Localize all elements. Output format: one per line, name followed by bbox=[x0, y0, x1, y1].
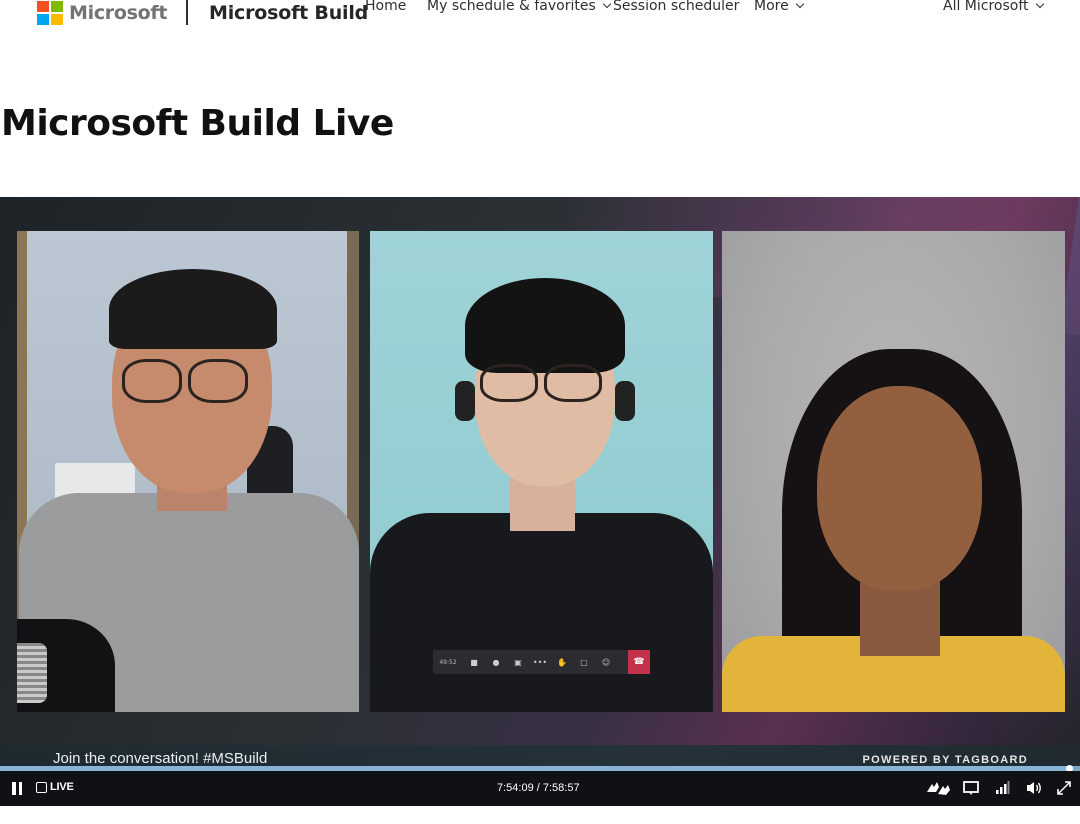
chevron-down-icon bbox=[602, 0, 612, 9]
raise-hand-icon: ✋ bbox=[557, 657, 567, 667]
participant-tile-1 bbox=[17, 231, 359, 712]
teams-call-toolbar: 49:52 ■ ● ▣ ••• ✋ ▢ ☺ ☎ bbox=[433, 650, 650, 674]
captions-icon[interactable] bbox=[961, 778, 981, 798]
participant-tile-3 bbox=[722, 231, 1065, 712]
sign-language-icon[interactable] bbox=[924, 778, 952, 798]
overlay-powered-by: POWERED BY TAGBOARD bbox=[862, 754, 1028, 766]
site-title-link[interactable]: Microsoft Build bbox=[209, 2, 368, 24]
participants-icon: ☺ bbox=[601, 657, 611, 667]
quality-icon[interactable] bbox=[993, 778, 1011, 798]
nav-my-schedule[interactable]: My schedule & favorites bbox=[427, 0, 612, 14]
player-controls: LIVE 7:54:09 / 7:58:57 bbox=[0, 771, 1080, 806]
microphone-grill bbox=[17, 643, 47, 703]
participant-tile-2: 49:52 ■ ● ▣ ••• ✋ ▢ ☺ ☎ bbox=[370, 231, 713, 712]
timecode: 7:54:09 / 7:58:57 bbox=[497, 782, 580, 794]
nav-home-label: Home bbox=[365, 0, 407, 14]
chat-icon: ▢ bbox=[580, 657, 588, 667]
hang-up-icon: ☎ bbox=[628, 650, 650, 674]
fullscreen-icon[interactable] bbox=[1056, 778, 1072, 798]
chevron-down-icon bbox=[1035, 0, 1044, 9]
video-player[interactable]: 49:52 ■ ● ▣ ••• ✋ ▢ ☺ ☎ Join the convers… bbox=[0, 197, 1080, 806]
header-divider bbox=[186, 0, 188, 25]
microsoft-logo-icon bbox=[37, 1, 63, 25]
pause-icon[interactable] bbox=[12, 782, 24, 795]
nav-more-label: More bbox=[754, 0, 789, 14]
volume-icon[interactable] bbox=[1025, 778, 1043, 798]
overlay-hashtag: Join the conversation! #MSBuild bbox=[53, 750, 268, 767]
nav-all-microsoft[interactable]: All Microsoft bbox=[943, 0, 1044, 14]
camera-icon: ■ bbox=[470, 657, 478, 667]
more-icon: ••• bbox=[532, 657, 548, 667]
nav-all-microsoft-label: All Microsoft bbox=[943, 0, 1029, 14]
share-icon: ▣ bbox=[514, 657, 522, 667]
call-timer: 49:52 bbox=[439, 658, 457, 666]
site-header: Microsoft Microsoft Build Home My schedu… bbox=[0, 0, 1080, 30]
live-button[interactable]: LIVE bbox=[36, 781, 74, 793]
live-label: LIVE bbox=[50, 781, 74, 793]
nav-more[interactable]: More bbox=[754, 0, 804, 14]
nav-my-schedule-label: My schedule & favorites bbox=[427, 0, 596, 14]
live-square-icon bbox=[36, 781, 47, 793]
nav-home[interactable]: Home bbox=[365, 0, 406, 14]
chevron-down-icon bbox=[795, 0, 804, 9]
microsoft-logo-link[interactable]: Microsoft bbox=[37, 1, 167, 25]
page-title: Microsoft Build Live bbox=[1, 103, 394, 144]
nav-session-scheduler-label: Session scheduler bbox=[613, 0, 740, 14]
mic-icon: ● bbox=[492, 657, 500, 667]
nav-session-scheduler[interactable]: Session scheduler bbox=[613, 0, 739, 14]
microsoft-wordmark: Microsoft bbox=[69, 2, 168, 24]
